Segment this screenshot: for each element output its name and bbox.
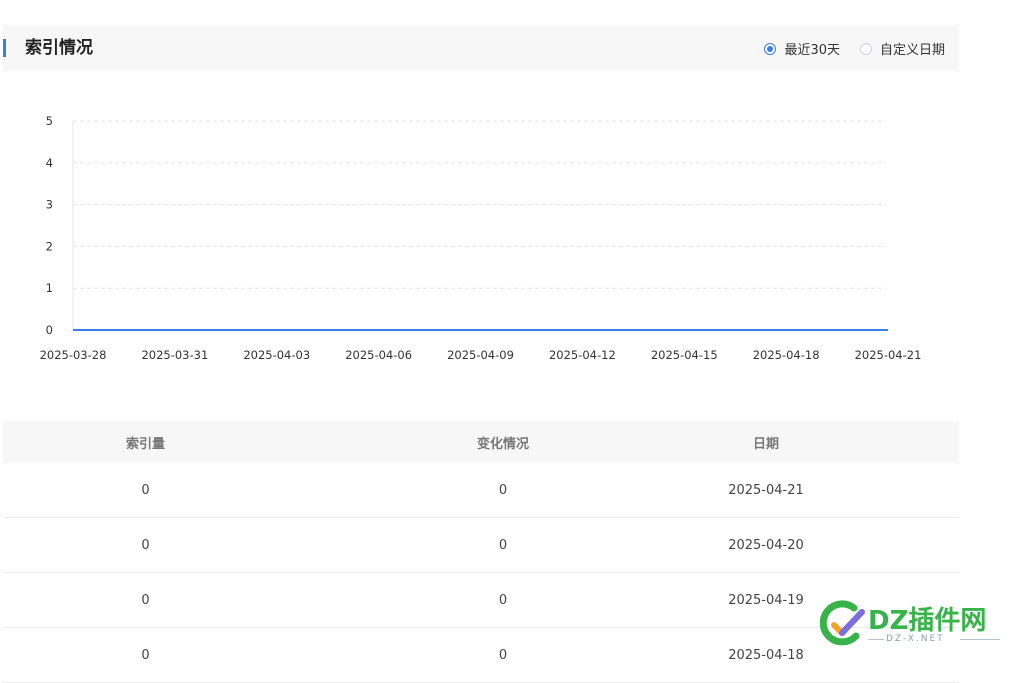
cell-change: 0 xyxy=(498,537,508,553)
radio-label-last-30-days: 最近30天 xyxy=(784,43,840,58)
y-tick-label: 1 xyxy=(46,281,53,295)
cell-change: 0 xyxy=(498,592,508,608)
index-line-chart: 0 1 2 3 4 5 2025-03-28 2025-03-31 2025-04-03 2025… xyxy=(40,114,922,362)
x-tick-label: 2025-04-06 xyxy=(345,348,412,362)
page-title: 索引情况 xyxy=(25,38,93,58)
x-tick-label: 2025-04-15 xyxy=(651,348,718,362)
column-header-date: 日期 xyxy=(752,436,779,452)
index-table: 索引量 变化情况 日期 0 0 2025-04-21 0 0 2025-04-2… xyxy=(3,421,959,683)
cell-change: 0 xyxy=(498,647,508,663)
radio-last-30-days[interactable]: 最近30天 xyxy=(764,39,840,58)
radio-custom-date[interactable]: 自定义日期 xyxy=(859,39,945,58)
table-row: 0 0 2025-04-20 xyxy=(3,518,959,573)
column-header-change: 变化情况 xyxy=(476,436,529,452)
cell-index-count: 0 xyxy=(141,482,150,498)
watermark-divider-right xyxy=(960,639,1000,640)
table-row: 0 0 2025-04-18 xyxy=(3,628,959,683)
cell-date: 2025-04-21 xyxy=(728,482,804,498)
table-row: 0 0 2025-04-21 xyxy=(3,463,959,518)
x-tick-label: 2025-03-31 xyxy=(141,348,208,362)
header-accent-bar xyxy=(3,39,6,57)
cell-date: 2025-04-18 xyxy=(728,647,804,663)
watermark-domain: DZ-X.NET xyxy=(886,634,945,644)
radio-checked-icon xyxy=(764,42,777,55)
x-tick-label: 2025-04-21 xyxy=(855,348,922,362)
y-tick-label: 4 xyxy=(46,156,53,170)
x-tick-label: 2025-04-18 xyxy=(753,348,820,362)
radio-unchecked-icon xyxy=(859,42,872,55)
x-tick-label: 2025-04-09 xyxy=(447,348,514,362)
cell-index-count: 0 xyxy=(141,647,150,663)
watermark-brand: DZ插件网 xyxy=(868,606,987,636)
y-tick-label: 5 xyxy=(46,114,53,128)
index-panel-header: 索引情况 最近30天 自定义日期 xyxy=(3,25,959,71)
cell-index-count: 0 xyxy=(141,537,150,553)
cell-date: 2025-04-19 xyxy=(728,592,804,608)
dz-logo-icon xyxy=(820,600,865,646)
x-tick-label: 2025-03-28 xyxy=(40,348,107,362)
x-tick-label: 2025-04-03 xyxy=(243,348,310,362)
table-header-row: 索引量 变化情况 日期 xyxy=(3,421,959,463)
watermark-divider-left xyxy=(868,639,884,640)
table-row: 0 0 2025-04-19 xyxy=(3,573,959,628)
column-header-index-count: 索引量 xyxy=(125,436,165,452)
cell-index-count: 0 xyxy=(141,592,150,608)
y-tick-label: 2 xyxy=(46,239,53,253)
cell-date: 2025-04-20 xyxy=(728,537,804,553)
date-range-selector: 最近30天 自定义日期 xyxy=(764,39,945,58)
y-tick-label: 0 xyxy=(46,323,53,337)
watermark-logo: DZ插件网 DZ-X.NET xyxy=(820,598,1010,658)
cell-change: 0 xyxy=(498,482,508,498)
x-tick-label: 2025-04-12 xyxy=(549,348,616,362)
radio-label-custom-date: 自定义日期 xyxy=(879,43,945,58)
y-tick-label: 3 xyxy=(46,198,53,212)
